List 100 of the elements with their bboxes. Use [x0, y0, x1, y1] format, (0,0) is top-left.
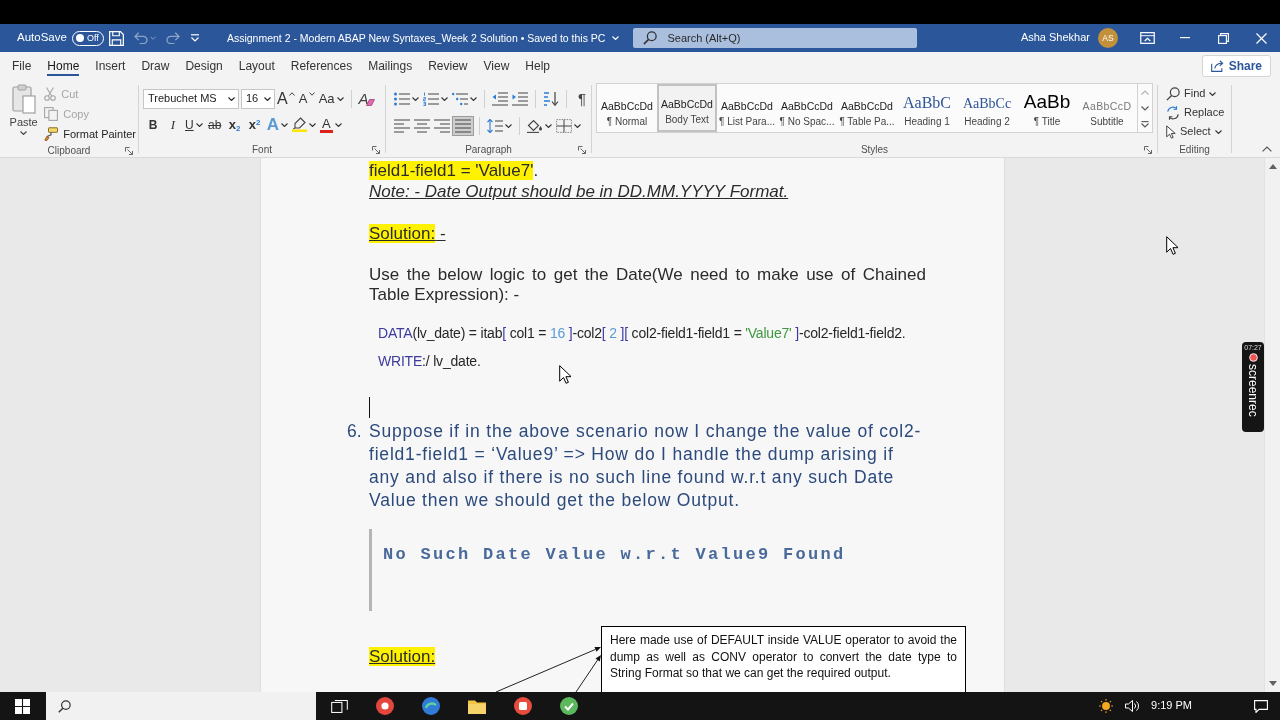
taskbar-app-button[interactable]: [422, 697, 440, 715]
find-button[interactable]: Find: [1164, 84, 1231, 103]
style-item[interactable]: AaBbCcDd ¶ Normal: [597, 84, 657, 132]
underline-button[interactable]: U: [183, 114, 205, 135]
ribbon-tab[interactable]: Design: [177, 53, 231, 79]
ribbon-tab[interactable]: File: [4, 53, 40, 79]
ribbon-tab[interactable]: Draw: [133, 53, 178, 79]
clear-formatting-button[interactable]: A: [356, 88, 377, 109]
app-icon: [376, 697, 394, 715]
grow-font-button[interactable]: A: [275, 88, 297, 109]
clipboard-icon: [11, 84, 36, 114]
replace-button[interactable]: Replace: [1164, 103, 1231, 122]
format-painter-button[interactable]: Format Painter: [42, 124, 138, 144]
group-label: Editing: [1179, 143, 1210, 156]
highlighter-icon: [291, 117, 307, 132]
taskbar-app-button[interactable]: [514, 697, 532, 715]
taskbar-search-field[interactable]: [46, 692, 316, 720]
font-color-button[interactable]: A: [317, 114, 344, 135]
caret-icon: [1209, 91, 1217, 96]
strikethrough-button[interactable]: ab: [204, 114, 225, 135]
multilevel-list-icon: [452, 91, 468, 106]
dialog-launcher-icon[interactable]: [578, 145, 586, 154]
ribbon-display-icon: [1139, 32, 1155, 44]
notification-icon[interactable]: [1254, 699, 1268, 713]
superscript-button[interactable]: x$^{2}$: [244, 114, 265, 135]
sun-icon[interactable]: [1099, 699, 1114, 713]
caret-icon: [308, 122, 316, 127]
record-icon: [1248, 353, 1258, 362]
highlight-button[interactable]: [289, 114, 318, 135]
font-size-field[interactable]: 16: [241, 88, 275, 109]
ribbon-tab[interactable]: Layout: [230, 53, 283, 79]
subscript-button[interactable]: x$_{2}$: [224, 114, 245, 135]
taskbar-app-button[interactable]: [468, 698, 486, 714]
caret-icon: [20, 131, 28, 135]
paint-bucket-icon: [527, 118, 543, 133]
change-case-button[interactable]: Aa: [316, 88, 346, 109]
caret-icon[interactable]: [612, 36, 620, 40]
show-formatting-marks-button[interactable]: ¶: [572, 88, 592, 109]
caret-icon: [1214, 129, 1222, 134]
style-item[interactable]: AaBbCcDd Body Text: [657, 84, 717, 132]
taskbar-app-button[interactable]: [376, 697, 394, 715]
mouse-pointer-icon: [1166, 236, 1178, 255]
decrease-indent-icon: [492, 91, 508, 106]
style-item[interactable]: AaBbCcD Subtitle: [1077, 84, 1137, 132]
shrink-font-button[interactable]: A: [296, 88, 317, 109]
caret-icon: [228, 96, 235, 101]
bold-button[interactable]: B: [143, 114, 163, 135]
ribbon-tab[interactable]: Help: [517, 53, 558, 79]
style-item[interactable]: AaBbCcDd ¶ Table Pa...: [837, 84, 897, 132]
dropdown-icon: [189, 34, 200, 42]
speaker-icon[interactable]: [1125, 700, 1140, 712]
style-item[interactable]: AaBb ¶ Title: [1017, 84, 1077, 132]
user-name: Asha Shekhar: [1020, 31, 1090, 45]
app-icon: [422, 697, 440, 715]
font-name-field[interactable]: Trebuchet MS: [143, 88, 239, 109]
output-text: No Such Date Value w.r.t Value9 Found: [383, 545, 846, 566]
dialog-launcher-icon[interactable]: [1144, 145, 1152, 154]
collapse-ribbon-button[interactable]: [1262, 146, 1272, 152]
search-icon: [58, 699, 71, 713]
code-line: DATA(lv_date) = itab[ col1 = 16 ]-col2[ 2 ][ col2-field1-field1 = 'Value7' ]-col2-field1-field2.: [377, 324, 906, 343]
copy-icon: [44, 107, 59, 121]
sort-icon: [543, 91, 559, 106]
caret-icon: [412, 96, 419, 101]
dialog-launcher-icon[interactable]: [372, 145, 380, 154]
ribbon-tab[interactable]: Insert: [87, 53, 134, 79]
search-icon: [643, 31, 658, 45]
paste-button[interactable]: Paste: [8, 84, 40, 144]
taskbar-app-button[interactable]: [560, 697, 578, 715]
scroll-up-icon[interactable]: [1268, 164, 1277, 169]
recorder-label: screenrec: [1247, 364, 1259, 417]
select-button[interactable]: Select: [1164, 122, 1231, 141]
scrollbar[interactable]: [1264, 158, 1280, 692]
justify-button[interactable]: [452, 115, 474, 136]
dialog-launcher-icon[interactable]: [125, 146, 133, 155]
autosave-label: AutoSave: [17, 31, 67, 45]
style-item[interactable]: AaBbCcDd ¶ List Para...: [717, 84, 777, 132]
search-bar[interactable]: Search (Alt+Q): [633, 28, 918, 48]
ribbon-tab[interactable]: Mailings: [360, 53, 421, 79]
share-button[interactable]: Share: [1201, 55, 1271, 77]
ribbon-tab[interactable]: References: [282, 53, 361, 79]
share-icon: [1210, 60, 1224, 72]
scroll-down-icon[interactable]: [1268, 681, 1277, 686]
borders-icon: [556, 118, 572, 133]
search-field[interactable]: Search (Alt+Q): [667, 29, 888, 47]
style-item[interactable]: AaBbC Heading 1: [897, 84, 957, 132]
style-item[interactable]: AaBbCc Heading 2: [957, 84, 1017, 132]
italic-button[interactable]: I: [163, 114, 183, 135]
expand-icon: [1141, 120, 1149, 128]
task-view-button[interactable]: [331, 699, 348, 713]
folder-icon: [468, 698, 486, 714]
group-label: Font: [252, 143, 272, 156]
start-button[interactable]: [15, 698, 30, 714]
caret-up-icon: [1262, 146, 1272, 152]
ribbon-tab[interactable]: View: [475, 53, 518, 79]
style-item[interactable]: AaBbCcDd ¶ No Spac...: [777, 84, 837, 132]
minimize-icon: [1180, 37, 1190, 39]
ribbon-tab[interactable]: Review: [420, 53, 476, 79]
clock-time[interactable]: 9:19 PM: [1151, 699, 1192, 713]
caret-icon: [441, 96, 448, 101]
line-spacing-icon: [487, 118, 503, 133]
